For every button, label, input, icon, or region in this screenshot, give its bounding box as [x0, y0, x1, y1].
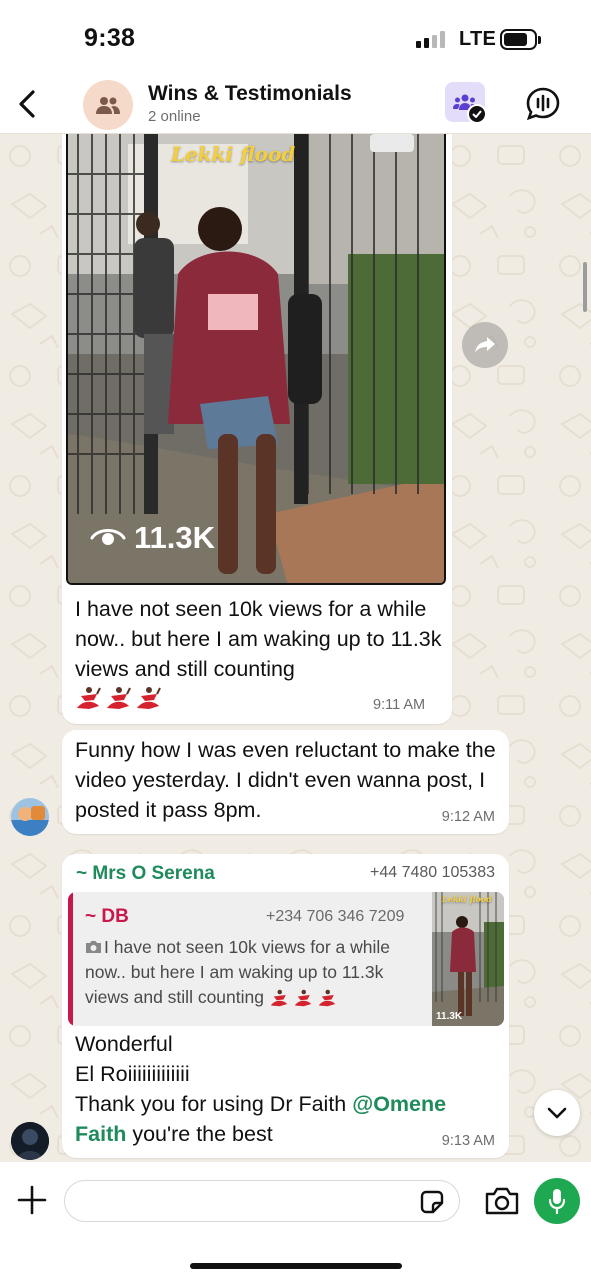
status-bar: 9:38 LTE [0, 0, 591, 78]
dancer-emoji-icon [77, 687, 101, 709]
network-type: LTE [459, 28, 497, 50]
forward-arrow-icon [475, 337, 495, 353]
video-view-count: 11.3K [90, 520, 215, 556]
dancer-emoji-icon [107, 687, 131, 709]
dancer-emoji-icon [318, 990, 336, 1007]
message-input[interactable] [64, 1180, 460, 1222]
video-overlay-title: Lekki flood [171, 142, 296, 166]
view-count-value: 11.3K [134, 520, 216, 555]
microphone-icon [548, 1189, 566, 1214]
quoted-thumbnail-title: Lekki flood [442, 894, 492, 904]
chevron-down-icon [547, 1107, 567, 1119]
message-bubble-reply[interactable]: ~ Mrs O Serena +44 7480 105383 ~ DB +234… [62, 854, 509, 1158]
quoted-thumbnail: Lekki flood 11.3K [432, 892, 504, 1026]
mention-link[interactable]: @Omene [352, 1092, 446, 1116]
sender-avatar[interactable] [11, 798, 49, 836]
chat-header: Wins & Testimonials 2 online [0, 78, 591, 134]
quoted-thumbnail-views: 11.3K [436, 1011, 463, 1022]
message-text: Funny how I was even reluctant to make t… [75, 738, 496, 822]
chat-title[interactable]: Wins & Testimonials [148, 82, 352, 106]
scroll-to-bottom-button[interactable] [534, 1090, 580, 1136]
group-avatar[interactable] [83, 80, 133, 130]
message-emojis [75, 686, 165, 710]
quoted-message[interactable]: ~ DB +234 706 346 7209 I have not seen 1… [68, 892, 504, 1026]
reply-line-3-text: Thank you for using Dr Faith [75, 1092, 353, 1116]
message-text: I have not seen 10k views for a while no… [75, 597, 442, 681]
status-time: 9:38 [84, 24, 136, 52]
chat-subtitle: 2 online [148, 108, 201, 125]
quoted-sender-name: ~ DB [85, 906, 129, 927]
battery-icon [500, 29, 541, 50]
reply-line-4-text: you're the best [126, 1122, 273, 1146]
reply-line-3: Thank you for using Dr Faith @Omene [75, 1089, 500, 1119]
forward-button[interactable] [462, 322, 508, 368]
video-frame-image [68, 134, 444, 583]
dancer-emoji-icon [270, 990, 288, 1007]
signal-strength-icon [416, 31, 445, 48]
avatar-image [11, 798, 49, 836]
back-arrow-icon[interactable] [14, 88, 42, 120]
quoted-thumbnail-image [432, 892, 504, 1026]
plus-icon[interactable] [16, 1184, 48, 1216]
message-timestamp: 9:13 AM [441, 1133, 495, 1149]
scroll-indicator[interactable] [583, 262, 587, 312]
dancer-emoji-icon [294, 990, 312, 1007]
microphone-button[interactable] [534, 1178, 580, 1224]
reply-body: Wonderful El Roiiiiiiiiiiiii Thank you f… [75, 1029, 500, 1149]
quoted-text-wrapper: I have not seen 10k views for a while no… [85, 935, 425, 1010]
home-indicator [190, 1263, 402, 1269]
mention-link[interactable]: Faith [75, 1122, 126, 1146]
reply-line-1: Wonderful [75, 1032, 173, 1056]
message-timestamp: 9:12 AM [441, 809, 495, 825]
quote-accent-bar [68, 892, 73, 1026]
sender-name[interactable]: ~ Mrs O Serena [76, 863, 215, 885]
reply-line-2: El Roiiiiiiiiiiiii [75, 1062, 190, 1086]
message-timestamp: 9:11 AM [373, 697, 426, 713]
eye-icon [90, 529, 126, 545]
sticker-icon[interactable] [418, 1188, 446, 1216]
camera-icon[interactable] [484, 1186, 520, 1216]
quoted-text: I have not seen 10k views for a while no… [85, 937, 390, 1007]
message-bubble-text[interactable]: Funny how I was even reluctant to make t… [62, 730, 509, 834]
dancer-emoji-icon [137, 687, 161, 709]
video-thumbnail[interactable]: Lekki flood 11.3K [66, 134, 446, 585]
sender-phone: +44 7480 105383 [369, 864, 495, 881]
composer-bar [0, 1162, 591, 1280]
quoted-sender-phone: +234 706 346 7209 [266, 908, 405, 925]
sender-avatar[interactable] [11, 1122, 49, 1160]
camera-small-icon [86, 941, 101, 953]
chat-messages-area[interactable]: Lekki flood 11.3K I have not seen 10k vi… [0, 134, 591, 1162]
avatar-image [11, 1122, 49, 1160]
voice-chat-icon[interactable] [525, 86, 561, 122]
reply-line-4: Faith you're the best [75, 1119, 500, 1149]
checkmark-badge-icon [467, 104, 487, 124]
group-people-icon [96, 97, 120, 114]
